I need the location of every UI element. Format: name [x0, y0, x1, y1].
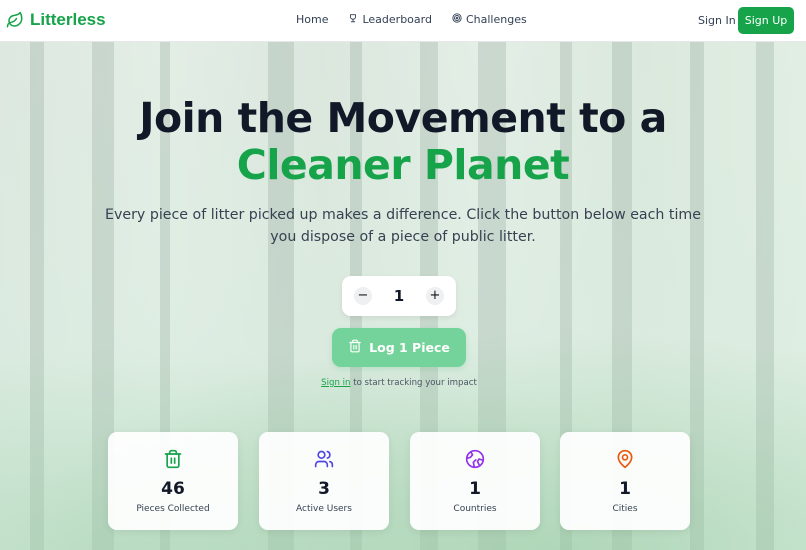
hero-title: Join the Movement to a	[139, 94, 667, 142]
nav-challenges-label: Challenges	[465, 13, 527, 26]
stat-card-pieces: 46 Pieces Collected	[108, 432, 238, 530]
trophy-icon	[348, 13, 358, 26]
stat-value: 46	[161, 479, 185, 499]
leaf-icon	[6, 11, 24, 29]
decrement-button[interactable]: −	[354, 287, 372, 305]
nav-home[interactable]: Home	[296, 13, 328, 26]
brand-logo[interactable]: Litterless	[6, 10, 106, 30]
nav-leaderboard-label: Leaderboard	[362, 13, 432, 26]
sign-in-hint-text: to start tracking your impact	[350, 378, 477, 388]
stat-card-countries: 1 Countries	[410, 432, 540, 530]
stat-label: Pieces Collected	[136, 504, 210, 514]
nav-leaderboard[interactable]: Leaderboard	[348, 13, 432, 26]
brand-name: Litterless	[30, 10, 106, 29]
stat-label: Countries	[453, 504, 497, 514]
target-icon	[452, 13, 462, 26]
sign-in-link[interactable]: Sign In	[698, 14, 736, 27]
stat-label: Active Users	[296, 504, 352, 514]
log-piece-label: Log 1 Piece	[369, 340, 450, 355]
hero-title-highlight: Cleaner Planet	[236, 141, 570, 189]
top-navbar: Litterless Home Leaderboard Challenges S…	[0, 0, 806, 42]
quantity-stepper: − 1 +	[342, 276, 456, 316]
nav-home-label: Home	[296, 13, 329, 26]
trash-icon	[163, 449, 183, 469]
stat-value: 3	[318, 479, 330, 499]
increment-button[interactable]: +	[426, 287, 444, 305]
sign-in-hint: Sign in to start tracking your impact	[0, 378, 798, 388]
quantity-value: 1	[393, 287, 405, 305]
stat-value: 1	[469, 479, 481, 499]
sign-in-hint-link[interactable]: Sign in	[321, 378, 350, 388]
nav-links: Home Leaderboard Challenges	[296, 13, 527, 26]
log-piece-button[interactable]: Log 1 Piece	[332, 328, 466, 367]
nav-challenges[interactable]: Challenges	[452, 13, 527, 26]
users-icon	[314, 449, 334, 469]
hero-subtitle: Every piece of litter picked up makes a …	[105, 207, 701, 245]
sign-up-button[interactable]: Sign Up	[738, 7, 794, 34]
stat-card-cities: 1 Cities	[560, 432, 690, 530]
trash-icon	[348, 339, 362, 356]
map-pin-icon	[615, 449, 635, 469]
stat-card-users: 3 Active Users	[259, 432, 389, 530]
globe-icon	[465, 449, 485, 469]
stat-label: Cities	[612, 504, 638, 514]
stat-value: 1	[619, 479, 631, 499]
